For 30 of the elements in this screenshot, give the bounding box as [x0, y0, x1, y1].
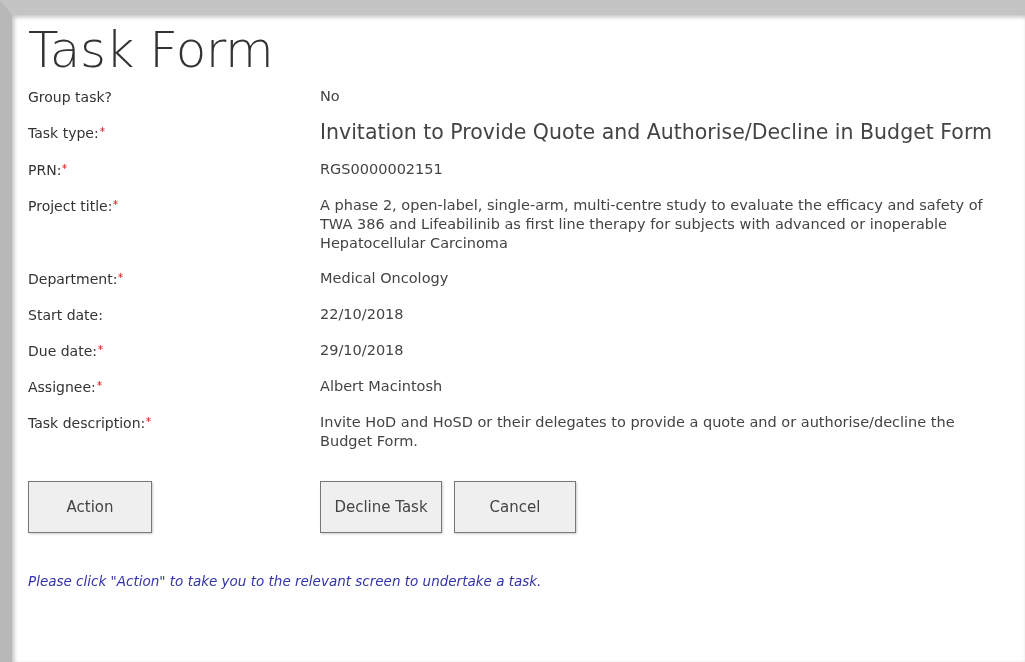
field-value: RGS0000002151 — [320, 160, 444, 179]
field-label: Department: — [28, 270, 118, 289]
field-value: No — [320, 87, 341, 106]
required-icon — [96, 381, 102, 386]
field-label: Group task? — [28, 88, 112, 107]
action-button[interactable]: Action — [28, 481, 152, 533]
field-label: Due date: — [28, 342, 97, 361]
form-button[interactable]: Cancel — [454, 481, 576, 533]
required-icon — [99, 127, 105, 132]
form-button[interactable]: Decline Task — [320, 481, 442, 533]
field-label: Task description: — [28, 414, 146, 433]
field-value: Invitation to Provide Quote and Authorise/Decline in Budget Form — [320, 120, 993, 144]
field-value: 22/10/2018 — [320, 305, 405, 324]
required-icon — [146, 417, 152, 422]
help-note: Please click "Action" to take you to the relevant screen to undertake a task. — [28, 573, 543, 589]
required-icon — [118, 273, 124, 278]
required-icon — [98, 345, 103, 350]
field-label: PRN: — [28, 161, 62, 180]
field-label: Project title: — [28, 197, 113, 216]
field-value: Albert Macintosh — [320, 377, 444, 396]
field-value: Medical Oncology — [320, 269, 450, 288]
field-value: 29/10/2018 — [320, 341, 405, 360]
field-value: Invite HoD and HoSD or their delegates to provide a quote and or authorise/decline the Budget Form. — [320, 413, 956, 451]
field-label: Task type: — [28, 124, 99, 143]
required-icon — [113, 200, 119, 205]
field-label: Assignee: — [28, 378, 96, 397]
page-title: Task Form — [28, 21, 275, 79]
field-label: Start date: — [28, 306, 103, 325]
required-icon — [62, 164, 68, 169]
field-value: A phase 2, open-label, single-arm, multi-centre study to evaluate the efficacy and safety of TWA 386 and Lifeabilinib as first line therapy for subjects with advanced or inoperable Hepatocellular Carcinoma — [320, 196, 984, 253]
